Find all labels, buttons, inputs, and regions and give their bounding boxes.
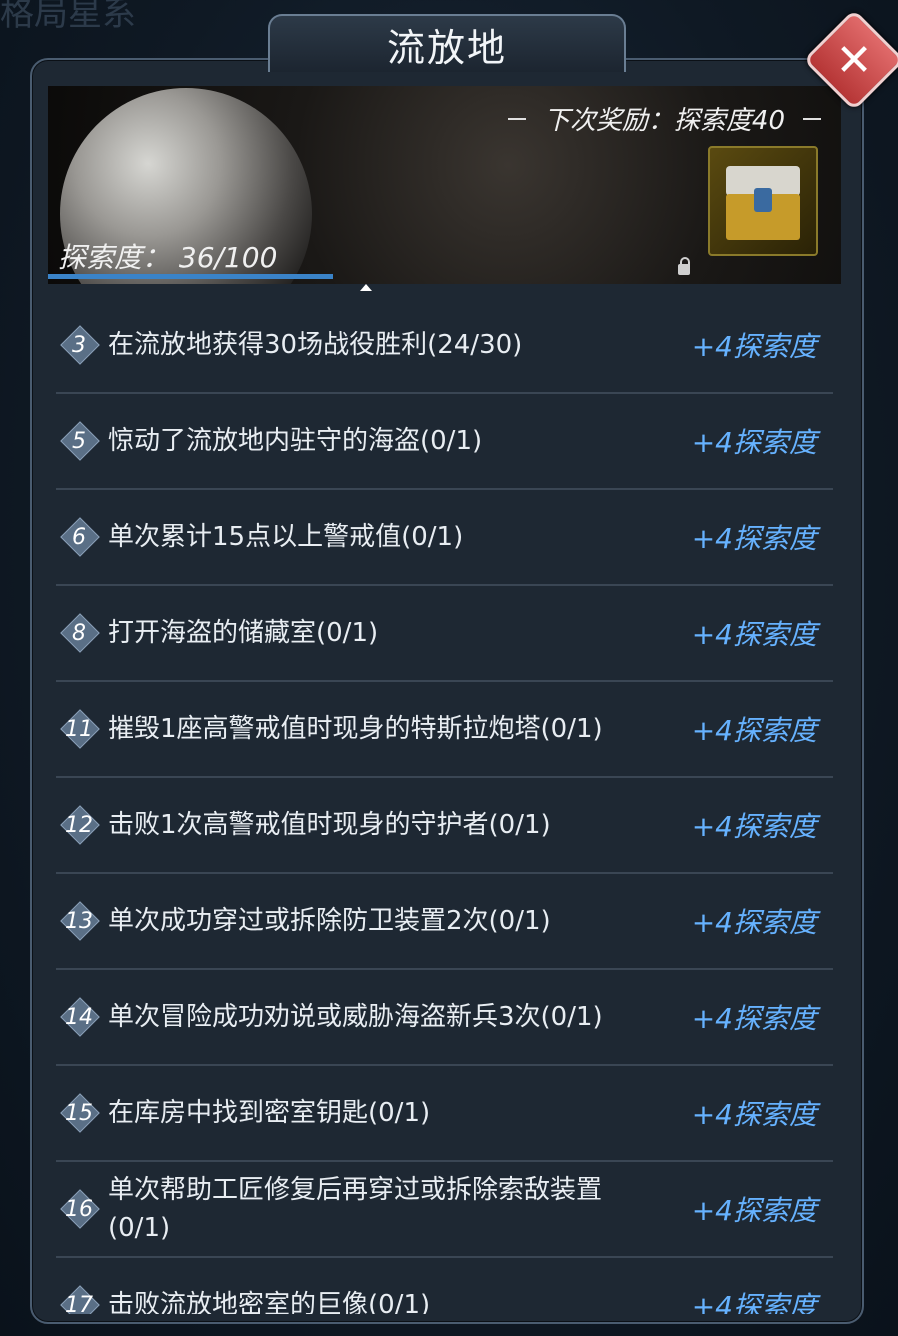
lock-icon — [678, 257, 690, 275]
task-number: 6 — [72, 524, 86, 550]
task-reward: +4探索度 — [691, 522, 817, 555]
task-number: 12 — [65, 812, 93, 838]
task-row[interactable]: 3 在流放地获得30场战役胜利(24/30) +4探索度 — [56, 298, 833, 394]
task-row[interactable]: 13 单次成功穿过或拆除防卫装置2次(0/1) +4探索度 — [56, 874, 833, 970]
task-row[interactable]: 12 击败1次高警戒值时现身的守护者(0/1) +4探索度 — [56, 778, 833, 874]
task-reward: +4探索度 — [691, 618, 817, 651]
task-reward: +4探索度 — [691, 1194, 817, 1227]
task-reward: +4探索度 — [691, 426, 817, 459]
task-text: 在流放地获得30场战役胜利(24/30) — [108, 330, 523, 360]
task-list[interactable]: 3 在流放地获得30场战役胜利(24/30) +4探索度 5 惊动了流放地内驻守的海盗(… — [48, 298, 841, 1314]
exploration-readout: 探索度： 36/100 — [58, 236, 277, 276]
task-row[interactable]: 6 单次累计15点以上警戒值(0/1) +4探索度 — [56, 490, 833, 586]
task-reward: +4探索度 — [691, 714, 817, 747]
next-reward: 下次奖励：探索度40 — [507, 100, 821, 137]
task-number: 13 — [65, 908, 93, 934]
task-number: 3 — [72, 332, 86, 358]
task-reward: +4探索度 — [691, 906, 817, 939]
region-banner: 下次奖励：探索度40 探索度： 36/100 — [48, 86, 841, 284]
task-number: 8 — [72, 620, 86, 646]
task-reward: +4探索度 — [691, 1098, 817, 1131]
task-row[interactable]: 14 单次冒险成功劝说或威胁海盗新兵3次(0/1) +4探索度 — [56, 970, 833, 1066]
task-text: 击败流放地密室的巨像(0/1) — [108, 1290, 431, 1314]
task-row[interactable]: 5 惊动了流放地内驻守的海盗(0/1) +4探索度 — [56, 394, 833, 490]
exploration-progress-bar — [48, 274, 333, 279]
task-row[interactable]: 17 击败流放地密室的巨像(0/1) +4探索度 — [56, 1258, 833, 1314]
task-row[interactable]: 11 摧毁1座高警戒值时现身的特斯拉炮塔(0/1) +4探索度 — [56, 682, 833, 778]
reward-chest-icon[interactable] — [708, 146, 818, 256]
task-text: 单次冒险成功劝说或威胁海盗新兵3次(0/1) — [108, 1002, 603, 1032]
task-text: 单次成功穿过或拆除防卫装置2次(0/1) — [108, 906, 551, 936]
task-row[interactable]: 8 打开海盗的储藏室(0/1) +4探索度 — [56, 586, 833, 682]
dialog-title: 流放地 — [386, 25, 507, 70]
task-reward: +4探索度 — [691, 1290, 817, 1314]
progress-pointer-icon — [360, 284, 372, 291]
task-number: 11 — [65, 716, 93, 742]
task-text: 惊动了流放地内驻守的海盗(0/1) — [108, 426, 483, 456]
task-row[interactable]: 15 在库房中找到密室钥匙(0/1) +4探索度 — [56, 1066, 833, 1162]
next-reward-label: 下次奖励：探索度40 — [543, 106, 785, 136]
task-number: 16 — [65, 1196, 93, 1222]
background-title: 格局星系 — [0, 0, 136, 34]
task-text: 在库房中找到密室钥匙(0/1) — [108, 1098, 431, 1128]
chest-lock — [754, 188, 772, 212]
task-text: 摧毁1座高警戒值时现身的特斯拉炮塔(0/1) — [108, 714, 603, 744]
task-number: 14 — [65, 1004, 93, 1030]
task-number: 15 — [65, 1100, 93, 1126]
task-text: 击败1次高警戒值时现身的守护者(0/1) — [108, 810, 551, 840]
task-reward: +4探索度 — [691, 1002, 817, 1035]
task-number: 5 — [72, 428, 86, 454]
task-text: 单次帮助工匠修复后再穿过或拆除索敌装置(0/1) — [108, 1175, 603, 1243]
task-row[interactable]: 16 单次帮助工匠修复后再穿过或拆除索敌装置(0/1) +4探索度 — [56, 1162, 833, 1258]
close-icon[interactable]: ✕ — [818, 24, 890, 96]
task-reward: +4探索度 — [691, 810, 817, 843]
dialog-title-tab: 流放地 — [268, 14, 626, 72]
exploration-value: 36/100 — [178, 241, 278, 274]
dash-left — [507, 117, 526, 120]
task-text: 单次累计15点以上警戒值(0/1) — [108, 522, 464, 552]
dash-right — [803, 117, 821, 120]
task-text: 打开海盗的储藏室(0/1) — [108, 618, 379, 648]
task-number: 17 — [65, 1292, 93, 1315]
exploration-label: 探索度： — [58, 241, 171, 274]
task-reward: +4探索度 — [691, 330, 817, 363]
